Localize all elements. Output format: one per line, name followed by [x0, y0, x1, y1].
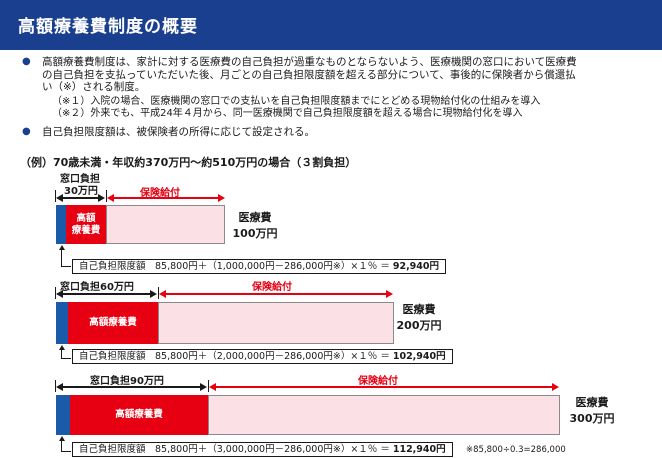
bullet-2-text: 自己負担限度額は、被保険者の所得に応じて設定される。 — [42, 126, 315, 138]
medical-cost-label-3: 医療費 — [575, 396, 609, 409]
arrow-right-icon — [200, 383, 207, 391]
bullet-note-2: （※２）外来でも、平成24年４月から、同一医療機関で自己負担限度額を超える場合に… — [52, 108, 523, 119]
connector-line — [61, 249, 62, 267]
arrow-left-icon — [159, 290, 166, 298]
window-arrow-2 — [58, 293, 152, 295]
high-cost-segment-2: 高額療養費 — [68, 302, 158, 344]
connector-line — [61, 451, 71, 452]
insurance-arrow-3 — [212, 386, 554, 388]
insurance-benefit-label-2: 保険給付 — [252, 282, 292, 293]
example-title: （例）70歳未満・年収約370万円～約510万円の場合（３割負担） — [20, 156, 357, 169]
page-header: 高額療養費制度の概要 — [0, 0, 662, 50]
limit-formula-result-1: 92,940円 — [392, 261, 440, 272]
limit-formula-text-1: 自己負担限度額 85,800円＋（1,000,000円－286,000円※）×１… — [79, 261, 393, 272]
medical-cost-2: 医療費 200万円 — [392, 302, 446, 334]
arrow-right-icon — [552, 383, 559, 391]
high-cost-label-1a: 高額 — [76, 212, 96, 224]
arrow-left-icon — [56, 194, 63, 202]
self-pay-segment-3 — [56, 395, 70, 435]
footnote: ※85,800÷0.3=286,000 — [466, 445, 566, 455]
bullet-dot-icon: ● — [22, 56, 31, 67]
arrow-left-icon — [107, 194, 114, 202]
medical-cost-label-1: 医療費 — [238, 211, 272, 224]
medical-cost-3: 医療費 300万円 — [562, 395, 622, 427]
up-arrow-icon — [59, 245, 65, 250]
window-payment-label-1b: 30万円 — [64, 186, 98, 197]
up-arrow-icon — [59, 436, 65, 441]
limit-formula-2: 自己負担限度額 85,800円＋（2,000,000円－286,000円※）×１… — [72, 349, 453, 364]
limit-formula-result-3: 112,940円 — [392, 444, 446, 455]
high-cost-segment-1: 高額 療養費 — [66, 205, 106, 244]
medical-cost-label-2: 医療費 — [402, 303, 436, 316]
high-cost-segment-3: 高額療養費 — [70, 395, 208, 435]
insurance-segment-1 — [106, 205, 225, 244]
medical-cost-amount-1: 100万円 — [232, 227, 278, 240]
bullet-dot-icon: ● — [22, 126, 31, 137]
insurance-segment-3 — [208, 395, 560, 435]
self-pay-segment-1 — [56, 205, 66, 244]
medical-cost-amount-3: 300万円 — [569, 412, 615, 425]
arrow-right-icon — [386, 290, 393, 298]
self-pay-segment-2 — [56, 302, 68, 344]
bullet-1-line-3: い（※）される制度。 — [42, 81, 146, 93]
connector-line — [61, 358, 71, 359]
limit-formula-text-2: 自己負担限度額 85,800円＋（2,000,000円－286,000円※）×１… — [79, 351, 393, 362]
window-arrow-1 — [58, 197, 100, 199]
arrow-left-icon — [209, 383, 216, 391]
insurance-arrow-2 — [162, 293, 388, 295]
bullet-1-line-2: の自己負担を支払っていただいた後、月ごとの自己負担限度額を超える部分について、事… — [42, 68, 576, 81]
window-payment-label-3: 窓口負担90万円 — [90, 376, 164, 387]
limit-formula-1: 自己負担限度額 85,800円＋（1,000,000円－286,000円※）×１… — [72, 259, 447, 274]
connector-line — [61, 266, 71, 267]
limit-formula-3: 自己負担限度額 85,800円＋（3,000,000円－286,000円※）×１… — [72, 442, 453, 457]
arrow-left-icon — [56, 290, 63, 298]
arrow-right-icon — [98, 194, 105, 202]
window-payment-label-2: 窓口負担60万円 — [60, 282, 134, 293]
window-arrow-3 — [58, 386, 202, 388]
medical-cost-amount-2: 200万円 — [396, 319, 442, 332]
high-cost-label-1b: 療養費 — [71, 224, 101, 236]
arrow-right-icon — [150, 290, 157, 298]
bullet-note-1: （※１）入院の場合、医療機関の窓口での支払いを自己負担限度額までにとどめる現物給… — [52, 96, 541, 107]
insurance-arrow-1 — [110, 197, 220, 199]
limit-formula-text-3: 自己負担限度額 85,800円＋（3,000,000円－286,000円※）×１… — [79, 444, 393, 455]
insurance-segment-2 — [158, 302, 394, 344]
insurance-benefit-label-3: 保険給付 — [358, 376, 398, 387]
page-title: 高額療養費制度の概要 — [18, 17, 198, 37]
limit-formula-result-2: 102,940円 — [392, 351, 446, 362]
arrow-right-icon — [218, 194, 225, 202]
arrow-left-icon — [56, 383, 63, 391]
bullet-1-line-1: 高額療養費制度は、家計に対する医療費の自己負担が過重なものとならないよう、医療機… — [42, 56, 577, 68]
medical-cost-1: 医療費 100万円 — [228, 210, 282, 242]
up-arrow-icon — [59, 345, 65, 350]
